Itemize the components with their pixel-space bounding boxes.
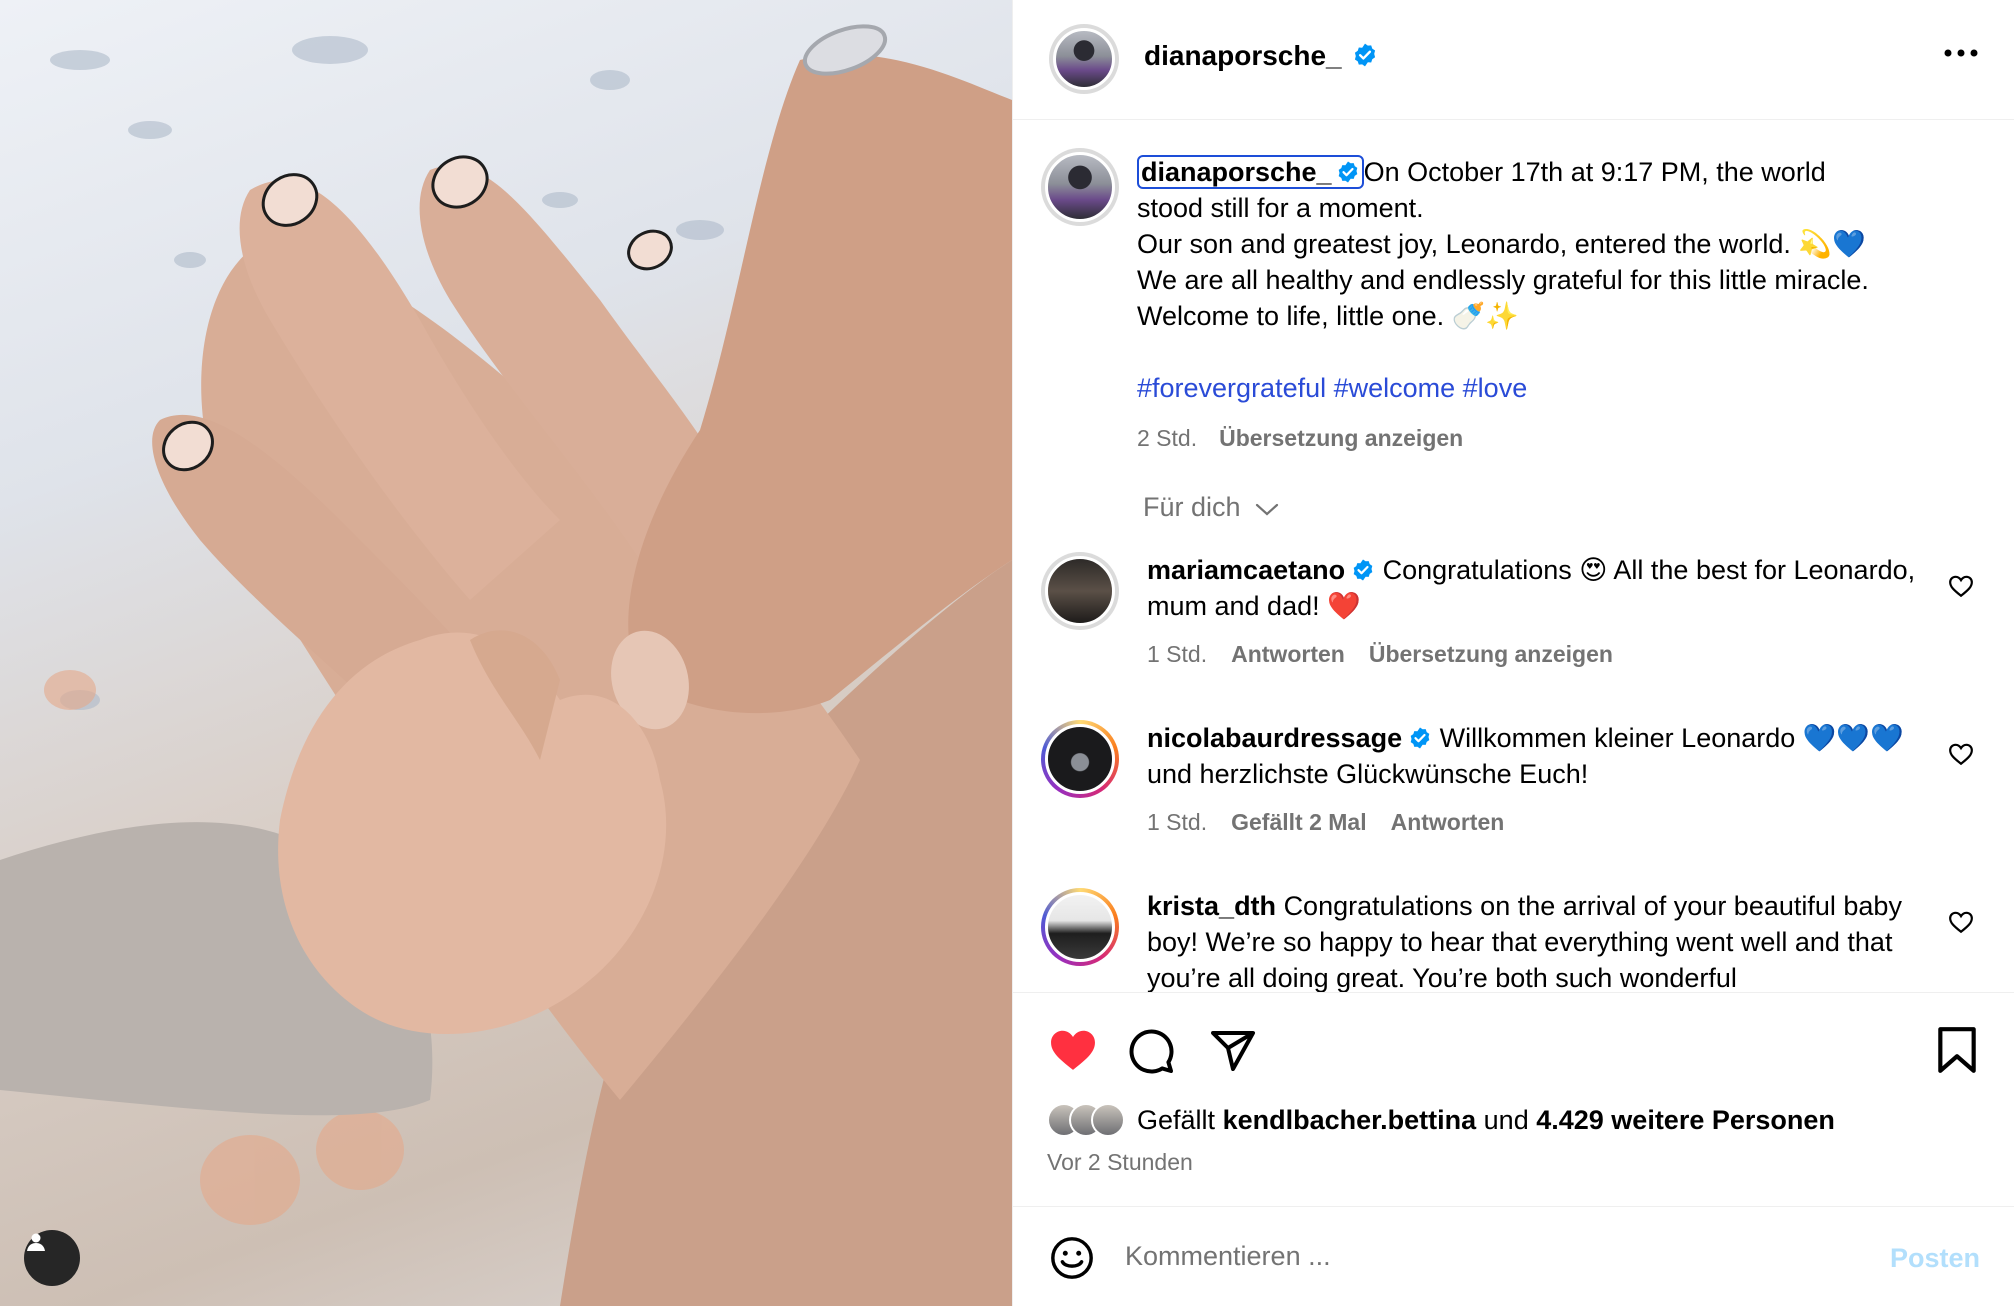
comment-button[interactable] xyxy=(1127,1027,1175,1080)
comment-likes-count[interactable]: Gefällt 2 Mal xyxy=(1231,809,1366,835)
author-avatar[interactable] xyxy=(1049,24,1119,94)
comment-username[interactable]: nicolabaurdressage xyxy=(1147,723,1402,753)
comment-username[interactable]: mariamcaetano xyxy=(1147,555,1345,585)
comment-time[interactable]: 1 Std. xyxy=(1147,809,1207,835)
heart-icon xyxy=(1949,743,1973,766)
comment-input[interactable] xyxy=(1125,1231,1825,1281)
comment-avatar[interactable] xyxy=(1041,720,1119,798)
comment-like-button[interactable] xyxy=(1948,742,1974,771)
emoji-icon xyxy=(1051,1237,1093,1279)
caption-meta: 2 Std. Übersetzung anzeigen xyxy=(1137,420,1957,456)
comment-body: mariamcaetano Congratulations 😍 All the … xyxy=(1147,552,1937,672)
post-timestamp[interactable]: Vor 2 Stunden xyxy=(1047,1149,1193,1176)
verified-icon xyxy=(1353,559,1373,581)
comment-time[interactable]: 1 Std. xyxy=(1147,641,1207,667)
comment-like-button[interactable] xyxy=(1948,910,1974,939)
post-image[interactable] xyxy=(0,0,1012,1306)
comment-meta: 1 Std. Gefällt 2 Mal Antworten xyxy=(1147,804,1937,840)
caption-line-4: We are all healthy and endlessly gratefu… xyxy=(1137,265,1869,295)
user-tag-icon xyxy=(27,1233,45,1251)
reply-button[interactable]: Antworten xyxy=(1391,809,1505,835)
likes-connector: und xyxy=(1483,1104,1529,1135)
caption-line-3: Our son and greatest joy, Leonardo, ente… xyxy=(1137,229,1866,259)
comment-like-button[interactable] xyxy=(1948,574,1974,603)
verified-icon xyxy=(1410,727,1430,749)
liker-username[interactable]: kendlbacher.bettina xyxy=(1223,1105,1477,1136)
heart-icon xyxy=(1051,1030,1095,1070)
bookmark-icon xyxy=(1938,1027,1976,1073)
caption-line-2: stood still for a moment. xyxy=(1137,193,1424,223)
comment-composer: Posten xyxy=(1013,1206,2014,1306)
caption-avatar[interactable] xyxy=(1041,148,1119,226)
more-icon xyxy=(1944,49,1978,57)
reply-button[interactable]: Antworten xyxy=(1231,641,1345,667)
like-button[interactable] xyxy=(1047,1027,1099,1078)
post-side-panel: dianaporsche_ dianaporsche_ On October 17… xyxy=(1012,0,2014,1306)
comments-list[interactable]: dianaporsche_ On October 17th at 9:17 PM,… xyxy=(1013,120,2014,992)
share-icon xyxy=(1211,1031,1255,1071)
heart-icon xyxy=(1949,575,1973,598)
caption-time[interactable]: 2 Std. xyxy=(1137,425,1197,451)
comment-filter-label: Für dich xyxy=(1143,492,1241,522)
save-button[interactable] xyxy=(1936,1025,1978,1080)
comment-body: krista_dth Congratulations on the arriva… xyxy=(1147,888,1937,992)
caption-line-5: Welcome to life, little one. 🍼✨ xyxy=(1137,301,1519,331)
author-name-group: dianaporsche_ xyxy=(1144,40,1378,72)
caption-username[interactable]: dianaporsche_ xyxy=(1141,157,1332,187)
comment-username[interactable]: krista_dth xyxy=(1147,891,1276,921)
comment-filter-dropdown[interactable]: Für dich xyxy=(1143,492,1280,523)
post-actions: Gefällt kendlbacher.bettina und 4.429 we… xyxy=(1013,992,2014,1206)
comment-avatar[interactable] xyxy=(1041,552,1119,630)
share-button[interactable] xyxy=(1209,1027,1257,1080)
verified-icon xyxy=(1355,43,1376,67)
comment-icon xyxy=(1129,1029,1174,1074)
caption-line-1: On October 17th at 9:17 PM, the world xyxy=(1363,157,1826,187)
post-header: dianaporsche_ xyxy=(1013,0,2014,120)
post-photo-illustration xyxy=(0,24,1012,1306)
post-comment-button[interactable]: Posten xyxy=(1890,1243,1980,1274)
likes-others-link[interactable]: 4.429 weitere Personen xyxy=(1536,1105,1835,1136)
author-username[interactable]: dianaporsche_ xyxy=(1144,40,1342,71)
comment-meta: 1 Std. Antworten Übersetzung anzeigen xyxy=(1147,636,1937,672)
caption-username-link[interactable]: dianaporsche_ xyxy=(1137,155,1364,189)
caption-translate-button[interactable]: Übersetzung anzeigen xyxy=(1219,425,1463,451)
likes-prefix: Gefällt xyxy=(1137,1104,1216,1135)
post-caption: dianaporsche_ On October 17th at 9:17 PM,… xyxy=(1137,154,1957,456)
likes-summary: Gefällt kendlbacher.bettina und 4.429 we… xyxy=(1047,1103,1835,1137)
comment-body: nicolabaurdressage Willkommen kleiner Le… xyxy=(1147,720,1937,840)
user-tag-button[interactable] xyxy=(24,1230,80,1286)
heart-icon xyxy=(1949,911,1973,934)
more-options-button[interactable] xyxy=(1944,44,1978,62)
emoji-button[interactable] xyxy=(1049,1235,1095,1286)
liker-avatars[interactable] xyxy=(1047,1103,1125,1137)
caption-hashtags[interactable]: #forevergrateful #welcome #love xyxy=(1137,370,1957,406)
comment-translate-button[interactable]: Übersetzung anzeigen xyxy=(1369,641,1613,667)
comment-avatar[interactable] xyxy=(1041,888,1119,966)
chevron-down-icon xyxy=(1255,503,1279,516)
verified-icon xyxy=(1338,161,1357,183)
